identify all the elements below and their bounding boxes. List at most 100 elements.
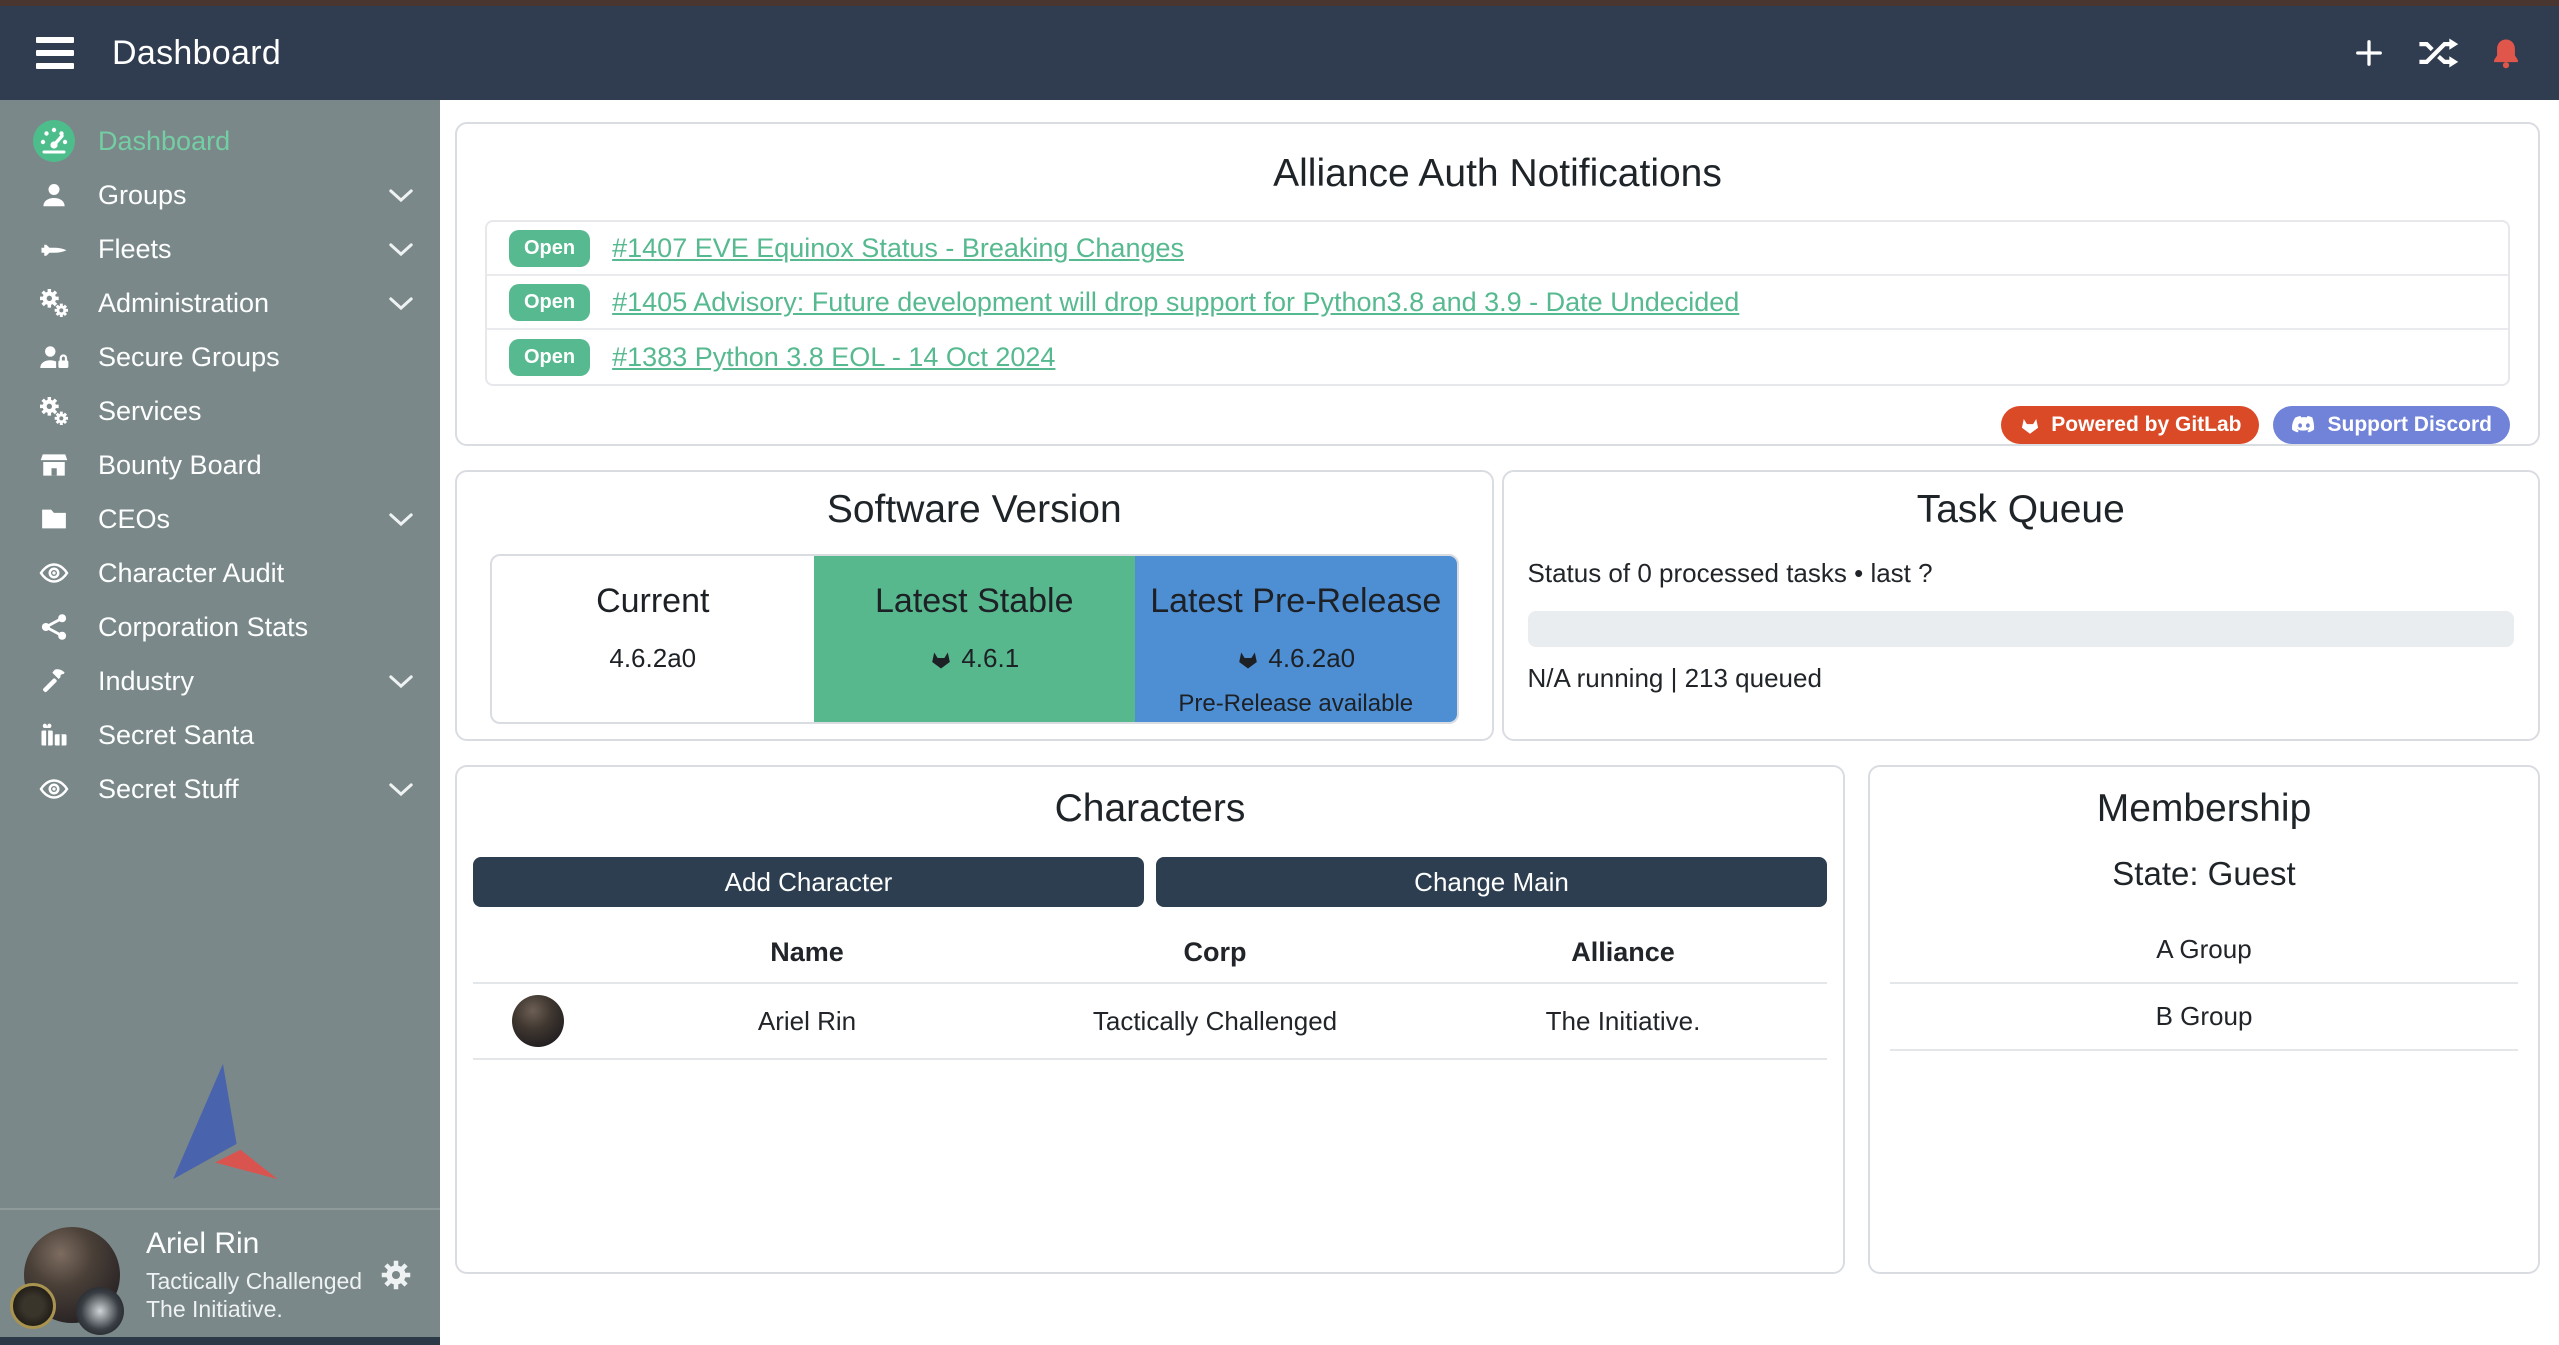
notification-item: Open #1383 Python 3.8 EOL - 14 Oct 2024 — [487, 330, 2508, 384]
group-row: B Group — [1890, 984, 2518, 1051]
chevron-down-icon — [388, 781, 414, 798]
sidebar-item-label: Secure Groups — [98, 342, 280, 373]
page-title: Dashboard — [112, 34, 281, 73]
sidebar-item-label: Services — [98, 396, 202, 427]
task-progress-bar — [1528, 611, 2515, 647]
notification-item: Open #1405 Advisory: Future development … — [487, 276, 2508, 330]
sidebar-item-dashboard[interactable]: Dashboard — [0, 114, 440, 168]
software-version-title: Software Version — [481, 488, 1468, 532]
sidebar-item-label: Secret Stuff — [98, 774, 239, 805]
sidebar-item-label: Dashboard — [98, 126, 230, 157]
change-main-button[interactable]: Change Main — [1156, 857, 1827, 907]
column-header-alliance: Alliance — [1419, 937, 1827, 968]
notification-link[interactable]: #1383 Python 3.8 EOL - 14 Oct 2024 — [612, 342, 1055, 373]
character-row: Ariel Rin Tactically Challenged The Init… — [473, 984, 1827, 1060]
task-queue-title: Task Queue — [1528, 488, 2515, 532]
sidebar: Dashboard Groups Fleets — [0, 100, 440, 1345]
sidebar-item-label: Character Audit — [98, 558, 284, 589]
status-badge: Open — [509, 284, 590, 321]
sidebar-item-secret-stuff[interactable]: Secret Stuff — [0, 762, 440, 816]
notifications-list: Open #1407 EVE Equinox Status - Breaking… — [485, 220, 2510, 386]
user-corp: Tactically Challenged — [146, 1267, 362, 1296]
menu-toggle-icon[interactable] — [36, 37, 74, 69]
add-character-button[interactable]: Add Character — [473, 857, 1144, 907]
sidebar-menu: Dashboard Groups Fleets — [0, 100, 440, 816]
discord-badge-label: Support Discord — [2327, 413, 2492, 437]
sidebar-item-bounty-board[interactable]: Bounty Board — [0, 438, 440, 492]
character-alliance: The Initiative. — [1419, 1006, 1827, 1037]
chevron-down-icon — [388, 511, 414, 528]
version-heading: Current — [492, 582, 814, 621]
sidebar-item-services[interactable]: Services — [0, 384, 440, 438]
sidebar-footer-bar — [0, 1337, 440, 1345]
column-header-corp: Corp — [1011, 937, 1419, 968]
main-content: Alliance Auth Notifications Open #1407 E… — [440, 100, 2559, 1345]
hammer-icon — [30, 666, 78, 696]
sidebar-item-label: Fleets — [98, 234, 172, 265]
version-latest-stable: Latest Stable 4.6.1 — [814, 556, 1136, 722]
switch-character-icon[interactable] — [2417, 36, 2459, 70]
gitlab-badge[interactable]: Powered by GitLab — [2001, 406, 2259, 444]
status-badge: Open — [509, 230, 590, 267]
membership-title: Membership — [1890, 787, 2518, 831]
sidebar-item-secret-santa[interactable]: Secret Santa — [0, 708, 440, 762]
chevron-down-icon — [388, 187, 414, 204]
gitlab-icon — [929, 647, 953, 671]
sidebar-item-secure-groups[interactable]: Secure Groups — [0, 330, 440, 384]
gifts-icon — [30, 720, 78, 750]
store-icon — [30, 450, 78, 480]
sidebar-item-administration[interactable]: Administration — [0, 276, 440, 330]
sidebar-item-groups[interactable]: Groups — [0, 168, 440, 222]
chevron-down-icon — [388, 295, 414, 312]
sidebar-item-ceos[interactable]: CEOs — [0, 492, 440, 546]
user-panel: Ariel Rin Tactically Challenged The Init… — [0, 1208, 440, 1337]
sidebar-item-corporation-stats[interactable]: Corporation Stats — [0, 600, 440, 654]
sidebar-item-label: Administration — [98, 288, 269, 319]
settings-gear-icon[interactable] — [378, 1257, 414, 1293]
discord-icon — [2291, 415, 2317, 435]
characters-table-header: Name Corp Alliance — [473, 925, 1827, 984]
chevron-down-icon — [388, 241, 414, 258]
sidebar-item-label: Bounty Board — [98, 450, 262, 481]
prerelease-note: Pre-Release available — [1135, 690, 1457, 718]
character-name: Ariel Rin — [603, 1006, 1011, 1037]
alliance-logo — [155, 1060, 285, 1182]
membership-state: State: Guest — [1890, 855, 2518, 893]
version-comparison: Current 4.6.2a0 Latest Stable 4.6.1 Late… — [490, 554, 1459, 724]
software-version-panel: Software Version Current 4.6.2a0 Latest … — [455, 470, 1494, 741]
characters-title: Characters — [473, 787, 1827, 831]
notification-link[interactable]: #1407 EVE Equinox Status - Breaking Chan… — [612, 233, 1184, 264]
version-latest-prerelease: Latest Pre-Release 4.6.2a0 Pre-Release a… — [1135, 556, 1457, 722]
add-character-icon[interactable] — [2351, 35, 2387, 71]
gears-icon — [30, 287, 78, 319]
membership-groups: A Group B Group — [1890, 917, 2518, 1051]
sidebar-item-industry[interactable]: Industry — [0, 654, 440, 708]
gitlab-icon — [2019, 414, 2041, 436]
corp-logo — [10, 1283, 56, 1329]
version-heading: Latest Pre-Release — [1135, 582, 1457, 621]
jet-icon — [30, 234, 78, 264]
alliance-logo-badge — [76, 1287, 124, 1335]
sidebar-item-label: Groups — [98, 180, 187, 211]
user-name: Ariel Rin — [146, 1225, 362, 1263]
sidebar-item-character-audit[interactable]: Character Audit — [0, 546, 440, 600]
notifications-bell-icon[interactable] — [2489, 36, 2523, 70]
version-value: 4.6.2a0 — [1268, 643, 1355, 674]
task-queue-panel: Task Queue Status of 0 processed tasks •… — [1502, 470, 2541, 741]
notification-item: Open #1407 EVE Equinox Status - Breaking… — [487, 222, 2508, 276]
top-navbar: Dashboard — [0, 6, 2559, 100]
folder-icon — [30, 504, 78, 534]
group-row: A Group — [1890, 917, 2518, 984]
dashboard-gauge-icon — [30, 119, 78, 163]
sidebar-item-label: Secret Santa — [98, 720, 254, 751]
sidebar-item-fleets[interactable]: Fleets — [0, 222, 440, 276]
gitlab-icon — [1236, 647, 1260, 671]
notifications-panel: Alliance Auth Notifications Open #1407 E… — [455, 122, 2540, 446]
notification-link[interactable]: #1405 Advisory: Future development will … — [612, 287, 1739, 318]
task-status-text: Status of 0 processed tasks • last ? — [1528, 558, 2515, 589]
discord-badge[interactable]: Support Discord — [2273, 406, 2510, 444]
sidebar-item-label: Industry — [98, 666, 194, 697]
eye-icon — [30, 558, 78, 588]
character-avatar — [512, 995, 564, 1047]
sidebar-item-label: CEOs — [98, 504, 170, 535]
